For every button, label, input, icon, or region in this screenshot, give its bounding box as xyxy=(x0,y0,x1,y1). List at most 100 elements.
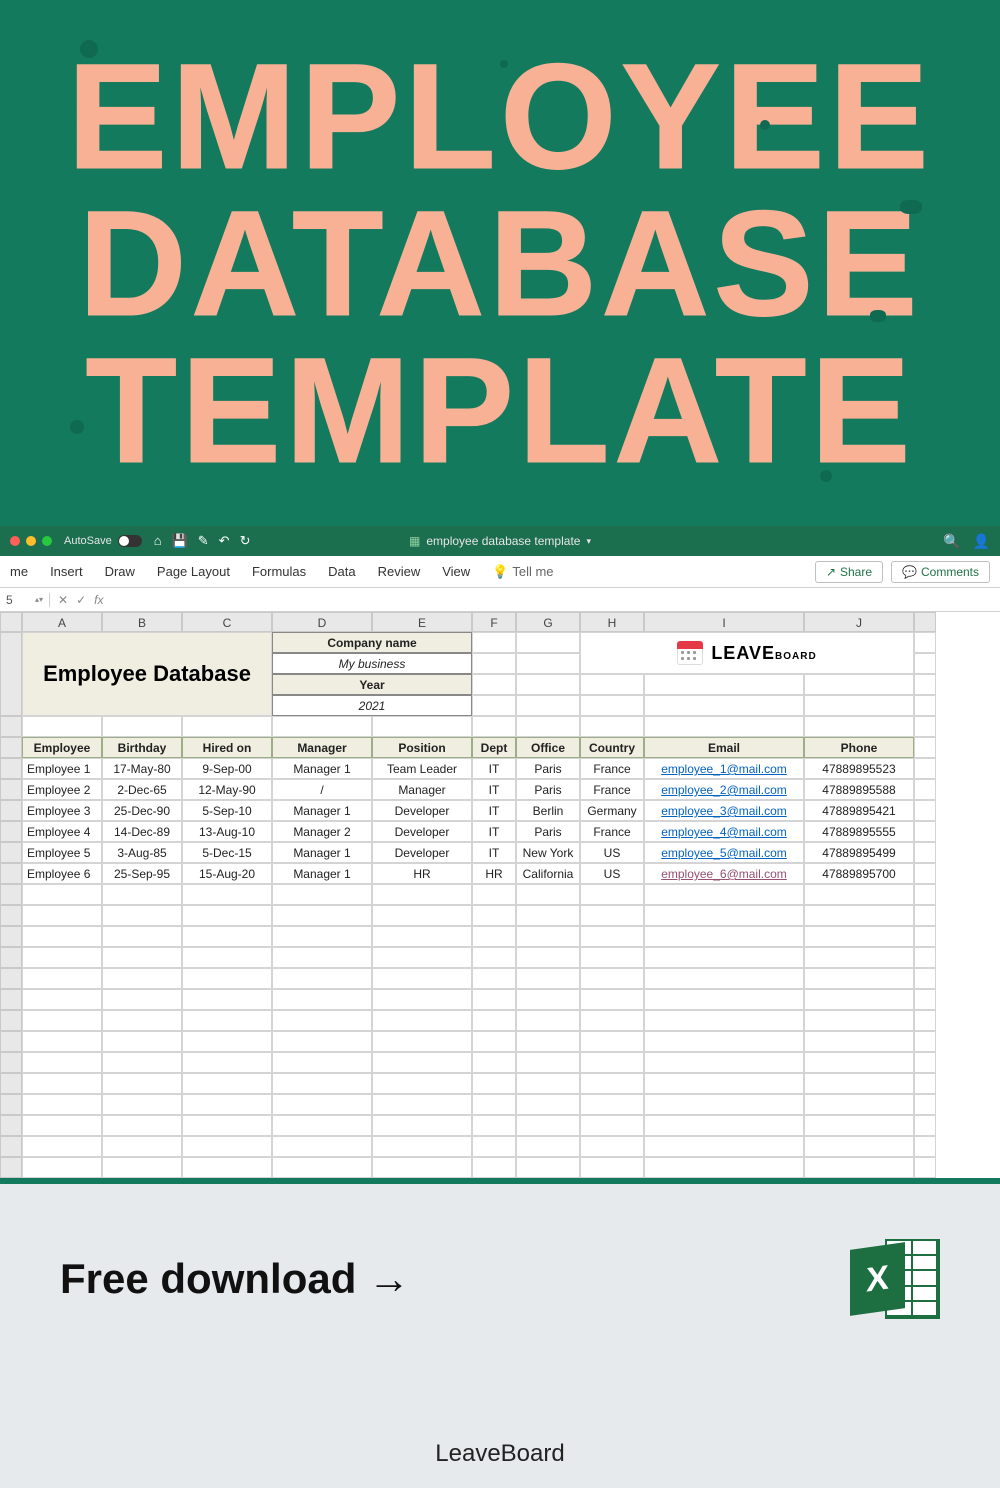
empty-cell[interactable] xyxy=(804,1157,914,1178)
email-link[interactable]: employee_2@mail.com xyxy=(661,783,787,797)
window-controls[interactable] xyxy=(10,536,52,546)
empty-cell[interactable] xyxy=(580,716,644,737)
toggle-icon[interactable] xyxy=(118,535,142,547)
cell-country[interactable]: US xyxy=(580,863,644,884)
empty-cell[interactable] xyxy=(372,1115,472,1136)
empty-cell[interactable] xyxy=(272,926,372,947)
empty-cell[interactable] xyxy=(516,926,580,947)
tab-data[interactable]: Data xyxy=(328,564,355,579)
cell-dept[interactable]: HR xyxy=(472,863,516,884)
empty-cell[interactable] xyxy=(580,989,644,1010)
cell-birthday[interactable]: 2-Dec-65 xyxy=(102,779,182,800)
cell-position[interactable]: Manager xyxy=(372,779,472,800)
col-I[interactable]: I xyxy=(644,612,804,632)
empty-cell[interactable] xyxy=(372,1094,472,1115)
row-hdr[interactable] xyxy=(0,989,22,1010)
empty-cell[interactable] xyxy=(22,1115,102,1136)
empty-cell[interactable] xyxy=(516,1115,580,1136)
col-E[interactable]: E xyxy=(372,612,472,632)
cell-employee[interactable]: Employee 4 xyxy=(22,821,102,842)
cell-phone[interactable]: 47889895523 xyxy=(804,758,914,779)
email-link[interactable]: employee_6@mail.com xyxy=(661,867,787,881)
cell-dept[interactable]: IT xyxy=(472,779,516,800)
empty-cell[interactable] xyxy=(22,716,102,737)
empty-cell[interactable] xyxy=(102,926,182,947)
empty-cell[interactable] xyxy=(914,884,936,905)
cell-hired[interactable]: 5-Dec-15 xyxy=(182,842,272,863)
empty-cell[interactable] xyxy=(372,884,472,905)
col-B[interactable]: B xyxy=(102,612,182,632)
th-dept[interactable]: Dept xyxy=(472,737,516,758)
empty-cell[interactable] xyxy=(516,653,580,674)
cell-hired[interactable]: 9-Sep-00 xyxy=(182,758,272,779)
empty-cell[interactable] xyxy=(182,1010,272,1031)
empty-cell[interactable] xyxy=(472,1031,516,1052)
empty-cell[interactable] xyxy=(516,968,580,989)
empty-cell[interactable] xyxy=(102,905,182,926)
empty-cell[interactable] xyxy=(472,653,516,674)
cell-position[interactable]: HR xyxy=(372,863,472,884)
empty-cell[interactable] xyxy=(472,1010,516,1031)
empty-cell[interactable] xyxy=(580,926,644,947)
empty-cell[interactable] xyxy=(914,1031,936,1052)
cell-employee[interactable]: Employee 3 xyxy=(22,800,102,821)
row-hdr[interactable] xyxy=(0,905,22,926)
empty-cell[interactable] xyxy=(516,1136,580,1157)
empty-cell[interactable] xyxy=(372,947,472,968)
cell-employee[interactable]: Employee 2 xyxy=(22,779,102,800)
empty-cell[interactable] xyxy=(580,1073,644,1094)
cell-phone[interactable]: 47889895588 xyxy=(804,779,914,800)
empty-cell[interactable] xyxy=(472,968,516,989)
cell-manager[interactable]: Manager 1 xyxy=(272,800,372,821)
empty-cell[interactable] xyxy=(272,716,372,737)
empty-cell[interactable] xyxy=(580,1031,644,1052)
cell-birthday[interactable]: 14-Dec-89 xyxy=(102,821,182,842)
empty-cell[interactable] xyxy=(516,905,580,926)
empty-cell[interactable] xyxy=(472,989,516,1010)
empty-cell[interactable] xyxy=(102,968,182,989)
th-employee[interactable]: Employee xyxy=(22,737,102,758)
empty-cell[interactable] xyxy=(804,968,914,989)
empty-cell[interactable] xyxy=(22,1010,102,1031)
cell-manager[interactable]: / xyxy=(272,779,372,800)
minimize-icon[interactable] xyxy=(26,536,36,546)
empty-cell[interactable] xyxy=(372,926,472,947)
row-hdr[interactable] xyxy=(0,1073,22,1094)
row-hdr[interactable] xyxy=(0,821,22,842)
empty-cell[interactable] xyxy=(804,695,914,716)
empty-cell[interactable] xyxy=(102,1157,182,1178)
cell-position[interactable]: Developer xyxy=(372,800,472,821)
cell-employee[interactable]: Employee 5 xyxy=(22,842,102,863)
empty-cell[interactable] xyxy=(644,1031,804,1052)
autosave-toggle[interactable]: AutoSave xyxy=(64,535,142,547)
email-link[interactable]: employee_4@mail.com xyxy=(661,825,787,839)
empty-cell[interactable] xyxy=(516,716,580,737)
email-link[interactable]: employee_3@mail.com xyxy=(661,804,787,818)
cell-phone[interactable]: 47889895421 xyxy=(804,800,914,821)
empty-cell[interactable] xyxy=(580,1094,644,1115)
cell-dept[interactable]: IT xyxy=(472,758,516,779)
cell-manager[interactable]: Manager 1 xyxy=(272,863,372,884)
cell-email[interactable]: employee_4@mail.com xyxy=(644,821,804,842)
row-hdr[interactable] xyxy=(0,863,22,884)
row-hdr[interactable] xyxy=(0,737,22,758)
empty-cell[interactable] xyxy=(914,968,936,989)
cell-email[interactable]: employee_5@mail.com xyxy=(644,842,804,863)
empty-cell[interactable] xyxy=(804,926,914,947)
col-G[interactable]: G xyxy=(516,612,580,632)
cell-phone[interactable]: 47889895555 xyxy=(804,821,914,842)
empty-cell[interactable] xyxy=(914,632,936,653)
empty-cell[interactable] xyxy=(804,1136,914,1157)
empty-cell[interactable] xyxy=(914,716,936,737)
empty-cell[interactable] xyxy=(914,1115,936,1136)
cell-hired[interactable]: 15-Aug-20 xyxy=(182,863,272,884)
empty-cell[interactable] xyxy=(914,758,936,779)
empty-cell[interactable] xyxy=(182,884,272,905)
empty-cell[interactable] xyxy=(644,1094,804,1115)
row-hdr[interactable] xyxy=(0,758,22,779)
empty-cell[interactable] xyxy=(644,695,804,716)
empty-cell[interactable] xyxy=(182,968,272,989)
stepper-icon[interactable]: ▴▾ xyxy=(35,595,43,604)
fx-icon[interactable]: fx xyxy=(94,593,103,607)
th-manager[interactable]: Manager xyxy=(272,737,372,758)
